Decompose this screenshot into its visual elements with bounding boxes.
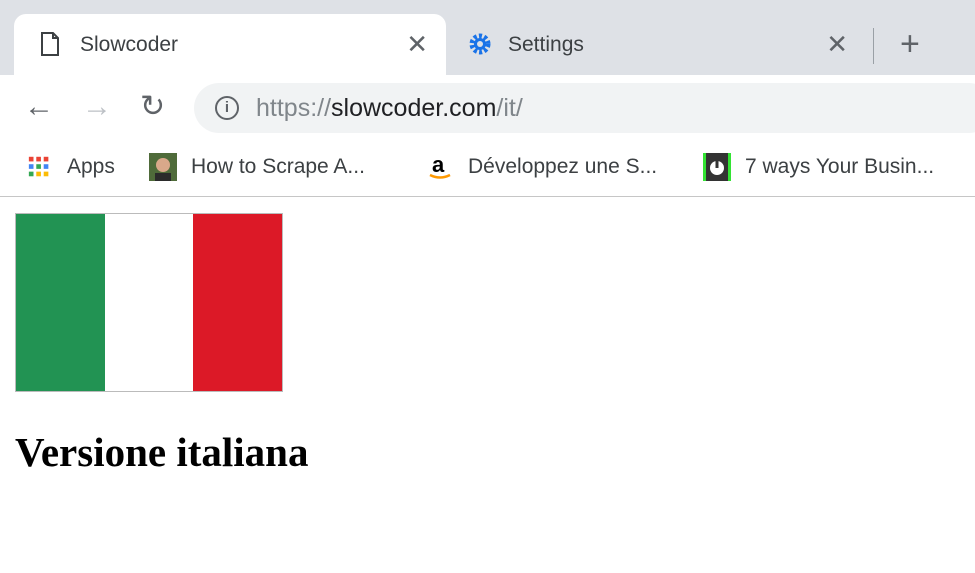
bookmark-apps[interactable]: Apps [27,153,115,181]
info-icon[interactable]: i [215,96,239,120]
flag-white-stripe [104,214,194,391]
tab-settings[interactable]: Settings ✕ [446,14,866,75]
flag-red-stripe [193,214,283,391]
bookmark-business[interactable]: 7 ways Your Busin... [703,153,934,181]
power-icon [703,153,731,181]
address-bar[interactable]: i https://slowcoder.com/it/ [194,83,975,133]
tab-slowcoder[interactable]: Slowcoder ✕ [14,14,446,75]
tab-separator [873,28,874,64]
reload-button[interactable]: ↻ [140,89,165,125]
bookmark-label: Développez une S... [468,155,658,178]
apps-grid-icon [28,156,49,177]
tab-strip: Slowcoder ✕ Settings ✕ + [0,0,975,75]
bookmark-label: Apps [67,155,115,178]
back-button[interactable]: ← [24,89,54,125]
bookmark-amazon[interactable]: a Développez une S... [426,153,657,181]
tab-label: Settings [508,33,584,56]
bookmark-label: 7 ways Your Busin... [745,155,935,178]
forward-button[interactable]: → [82,89,112,125]
bookmark-label: How to Scrape A... [191,155,365,178]
italian-flag [15,213,283,392]
url-text[interactable]: https://slowcoder.com/it/ [256,94,523,123]
tab-label: Slowcoder [80,33,179,56]
gear-icon [469,33,491,55]
page-icon [41,32,59,56]
bookmarks-bar: Apps How to Scrape A... a Développez une… [0,140,975,197]
toolbar: ← → ↻ i https://slowcoder.com/it/ [0,75,975,140]
amazon-icon: a [429,153,451,179]
bookmark-scrape[interactable]: How to Scrape A... [149,153,365,181]
page-heading: Versione italiana [15,429,309,475]
svg-text:a: a [432,153,445,177]
close-tab-icon[interactable]: ✕ [406,29,428,60]
avatar-icon [149,153,177,181]
flag-green-stripe [16,214,105,391]
new-tab-button[interactable]: + [900,26,920,62]
close-tab-icon[interactable]: ✕ [826,29,848,60]
